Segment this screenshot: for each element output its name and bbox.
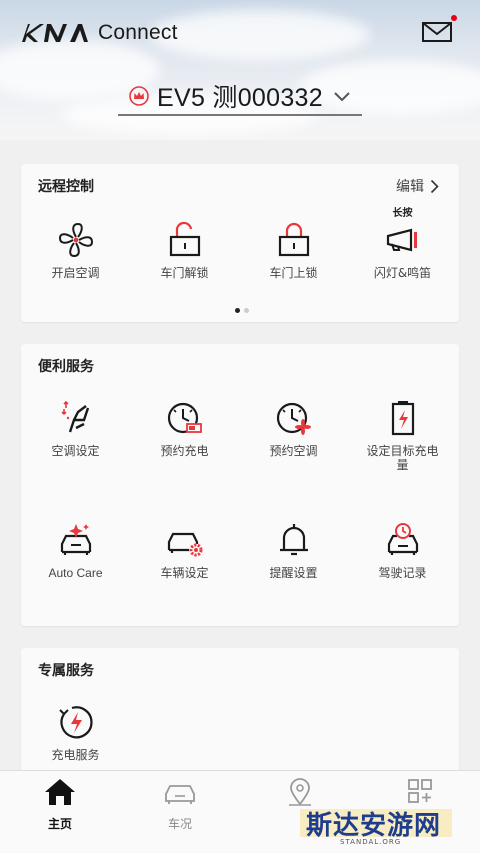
page-dot-active (235, 308, 240, 313)
battery-target-icon (391, 401, 414, 436)
convenience-title: 便利服务 (38, 359, 94, 375)
conv-item-label: 设定目标充电量 (366, 444, 439, 472)
chevron-right-icon (430, 179, 439, 193)
remote-item-unlock[interactable]: 车门解锁 (130, 220, 239, 280)
horn-icon (386, 228, 417, 252)
remote-item-label: 闪灯&鸣笛 (373, 266, 432, 280)
auto-care-icon (60, 524, 91, 555)
brand-connect-text: Connect (98, 21, 178, 44)
chevron-down-icon (334, 92, 350, 102)
conv-item-scheduled-charge[interactable]: 预约充电 (130, 398, 239, 458)
watermark-sub: STANDAL.ORG (340, 838, 402, 846)
car-settings-icon (167, 532, 202, 557)
edit-button[interactable]: 编辑 (396, 176, 439, 196)
car-icon (165, 785, 195, 804)
fan-icon (58, 222, 93, 258)
unlock-icon (169, 221, 200, 257)
charge-timer-icon (167, 402, 202, 434)
conv-item-climate-setting[interactable]: 空调设定 (21, 398, 130, 458)
drive-log-icon (387, 523, 418, 555)
seat-climate-icon (60, 400, 89, 433)
lock-icon (278, 222, 309, 257)
brand-logo: Connect (20, 20, 178, 46)
conv-item-label: 提醒设置 (269, 566, 318, 580)
unread-badge (451, 15, 457, 21)
conv-item-label: 驾驶记录 (378, 566, 427, 580)
grid-add-icon (408, 779, 432, 803)
edit-label: 编辑 (396, 179, 424, 195)
remote-item-label: 开启空调 (51, 266, 100, 280)
convenience-card: 便利服务 空调设定 预约充电 预约空调 设定目标充电量 Auto Care 车辆… (21, 344, 459, 626)
remote-control-card: 远程控制 编辑 开启空调 车门解锁 车门上锁 长按 闪灯&鸣笛 (21, 164, 459, 322)
conv-item-label: 预约充电 (160, 444, 209, 458)
mail-icon[interactable] (420, 18, 454, 46)
home-icon (45, 779, 75, 805)
remote-control-title: 远程控制 (38, 179, 94, 195)
excl-item-label: 充电服务 (51, 748, 100, 762)
page-indicator (233, 308, 251, 313)
watermark-text: 斯达安游网 (306, 811, 442, 841)
remote-item-label: 车门解锁 (160, 266, 209, 280)
conv-item-label: 车辆设定 (160, 566, 209, 580)
conv-item-reminders[interactable]: 提醒设置 (239, 520, 348, 580)
page-dot (244, 308, 249, 313)
kia-logo-icon (22, 24, 88, 42)
conv-item-label: 预约空调 (269, 444, 318, 458)
charging-service-icon (58, 706, 93, 739)
exclusive-card: 专属服务 充电服务 (21, 648, 459, 788)
conv-item-target-charge[interactable]: 设定目标充电量 (348, 398, 457, 472)
conv-item-drive-log[interactable]: 驾驶记录 (348, 520, 457, 580)
tab-home[interactable]: 主页 (0, 777, 120, 832)
crown-icon (129, 86, 149, 106)
tab-label: 主页 (47, 817, 72, 831)
map-pin-icon (289, 778, 311, 806)
climate-timer-icon (276, 402, 311, 435)
conv-item-vehicle-settings[interactable]: 车辆设定 (130, 520, 239, 580)
tab-label: 车况 (167, 817, 192, 831)
conv-item-label: 空调设定 (51, 444, 100, 458)
conv-item-scheduled-climate[interactable]: 预约空调 (239, 398, 348, 458)
remote-item-label: 车门上锁 (269, 266, 318, 280)
remote-item-lock[interactable]: 车门上锁 (239, 220, 348, 280)
remote-item-horn[interactable]: 长按 闪灯&鸣笛 (348, 208, 457, 280)
tab-vehicle-status[interactable]: 车况 (120, 777, 240, 832)
long-press-hint: 长按 (392, 208, 413, 219)
watermark: 斯达安游网 STANDAL.ORG (300, 805, 460, 850)
bell-icon (279, 524, 308, 556)
conv-item-label: Auto Care (48, 566, 103, 580)
vehicle-selector[interactable]: EV5 测000332 (118, 78, 362, 116)
remote-item-climate[interactable]: 开启空调 (21, 220, 130, 280)
vehicle-name: EV5 测000332 (157, 84, 323, 112)
exclusive-title: 专属服务 (38, 663, 94, 679)
excl-item-charging-service[interactable]: 充电服务 (21, 702, 130, 762)
conv-item-auto-care[interactable]: Auto Care (21, 520, 130, 580)
